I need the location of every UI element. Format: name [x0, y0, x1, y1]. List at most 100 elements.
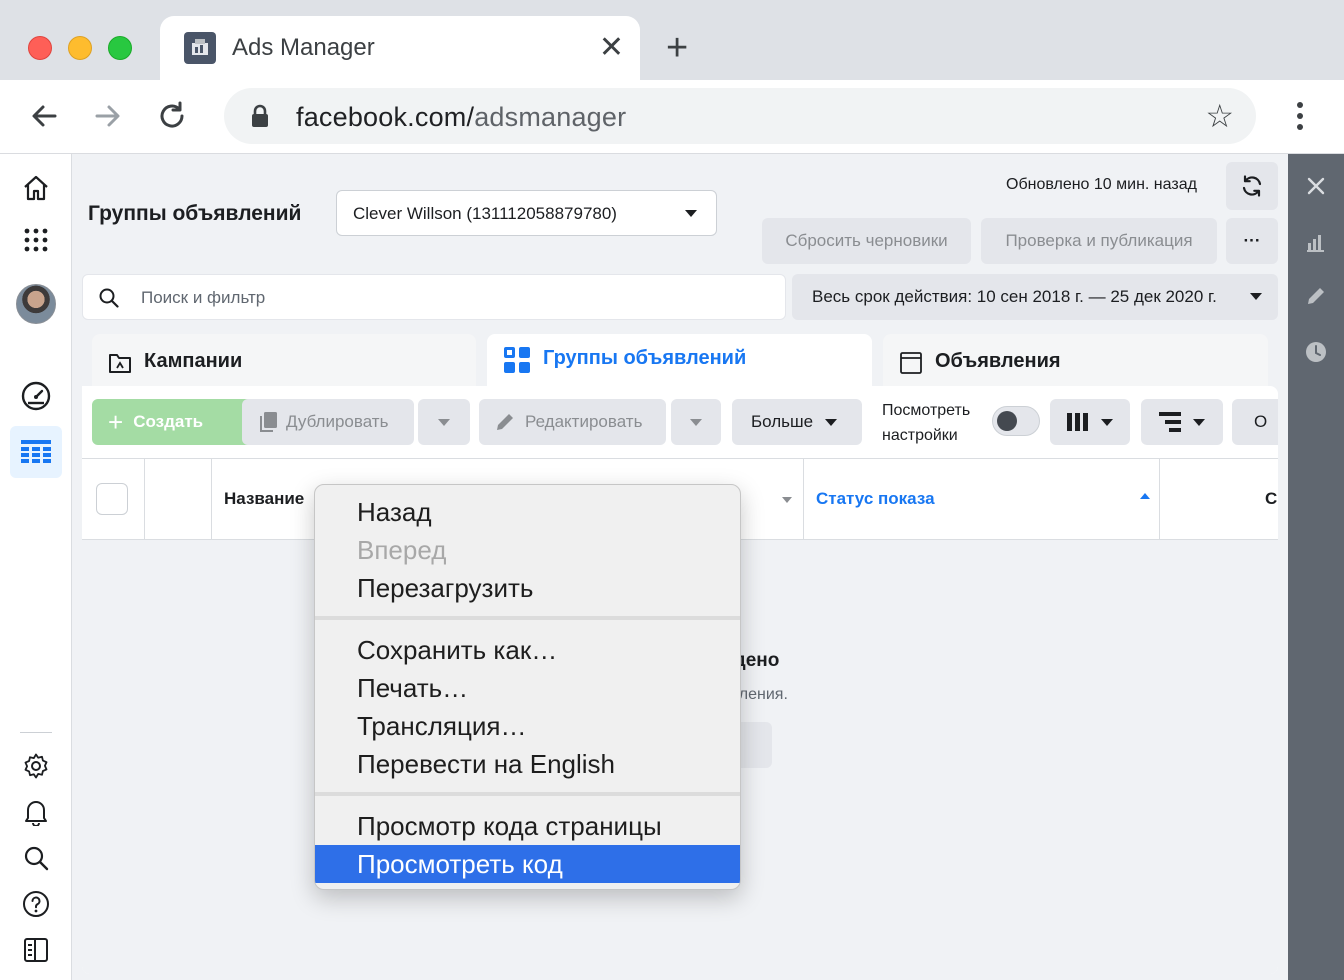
chevron-down-icon	[1193, 418, 1205, 426]
plus-icon: +	[108, 406, 124, 437]
home-icon[interactable]	[18, 170, 54, 206]
tab-title: Ads Manager	[232, 34, 375, 61]
updated-timestamp: Обновлено 10 мин. назад	[1006, 176, 1197, 193]
duplicate-dropdown-button[interactable]	[418, 399, 470, 445]
search-icon[interactable]	[18, 840, 54, 876]
back-arrow-icon[interactable]	[26, 98, 62, 134]
sort-ascending-icon[interactable]	[1140, 493, 1150, 499]
help-question-icon[interactable]	[18, 886, 54, 922]
chevron-down-icon	[1101, 418, 1113, 426]
search-icon	[99, 288, 119, 308]
menu-item-translate[interactable]: Перевести на English	[315, 745, 740, 783]
view-settings-label: Посмотреть настройки	[882, 402, 971, 444]
window-minimize-button[interactable]	[68, 36, 92, 60]
tab-ads[interactable]: Объявления	[883, 334, 1268, 390]
date-range-label: Весь срок действия: 10 сен 2018 г. — 25 …	[812, 287, 1217, 306]
duplicate-button[interactable]: Дублировать	[242, 399, 414, 445]
tab-ad-sets[interactable]: Группы объявлений	[487, 334, 872, 390]
more-button[interactable]: Больше	[732, 399, 862, 445]
date-range-picker[interactable]: Весь срок действия: 10 сен 2018 г. — 25 …	[792, 274, 1278, 320]
columns-button[interactable]	[1050, 399, 1130, 445]
bookmark-star-icon[interactable]: ☆	[1205, 98, 1234, 134]
refresh-button[interactable]	[1226, 162, 1278, 210]
edit-button-label: Редактировать	[525, 412, 643, 431]
browser-tab-strip: Ads Manager ✕ +	[0, 0, 1344, 80]
view-settings-toggle[interactable]	[992, 406, 1040, 436]
folder-icon	[109, 354, 131, 373]
rail-divider	[20, 732, 52, 733]
create-button-label: Создать	[133, 412, 204, 431]
column-divider	[803, 459, 804, 539]
right-side-rail	[1288, 154, 1344, 980]
menu-item-save-as[interactable]: Сохранить как…	[315, 631, 740, 669]
more-actions-button[interactable]: ···	[1226, 218, 1278, 264]
ad-window-icon	[900, 352, 922, 374]
review-publish-button[interactable]: Проверка и публикация	[981, 218, 1217, 264]
column-header-cut[interactable]: С	[1265, 489, 1277, 509]
menu-item-reload[interactable]: Перезагрузить	[315, 569, 740, 607]
context-menu: Назад Вперед Перезагрузить Сохранить как…	[314, 484, 741, 890]
chevron-down-icon	[825, 418, 838, 426]
browser-tab[interactable]: Ads Manager ✕	[160, 16, 640, 80]
dashboard-gauge-icon[interactable]	[18, 378, 54, 414]
menu-item-cast[interactable]: Трансляция…	[315, 707, 740, 745]
chevron-down-icon	[1250, 293, 1262, 300]
reload-icon[interactable]	[154, 98, 190, 134]
search-filter-input[interactable]: Поиск и фильтр	[82, 274, 786, 320]
menu-item-view-source[interactable]: Просмотр кода страницы	[315, 807, 740, 845]
ads-manager-table-icon[interactable]	[18, 434, 54, 470]
browser-toolbar: facebook.com/adsmanager ☆	[0, 80, 1344, 154]
column-divider	[144, 459, 145, 539]
address-bar[interactable]: facebook.com/adsmanager ☆	[224, 88, 1256, 144]
new-tab-icon[interactable]: +	[666, 26, 688, 70]
edit-button[interactable]: Редактировать	[479, 399, 666, 445]
duplicate-button-label: Дублировать	[286, 412, 389, 431]
left-navigation-rail	[0, 154, 72, 980]
column-divider	[211, 459, 212, 539]
pencil-icon[interactable]	[1302, 282, 1330, 310]
account-name: Clever Willson (131112058879780)	[353, 204, 617, 223]
chevron-down-icon	[690, 418, 702, 426]
notifications-bell-icon[interactable]	[18, 794, 54, 830]
chart-bars-icon[interactable]	[1302, 228, 1330, 256]
select-all-checkbox[interactable]	[96, 483, 128, 515]
tab-campaigns-label: Кампании	[144, 350, 243, 372]
column-header-name[interactable]: Название	[224, 489, 304, 509]
reset-drafts-button[interactable]: Сбросить черновики	[762, 218, 971, 264]
ad-sets-grid-icon	[504, 347, 530, 373]
sort-caret-icon[interactable]	[782, 497, 792, 503]
menu-item-forward[interactable]: Вперед	[315, 531, 740, 569]
columns-icon	[1067, 413, 1088, 431]
report-panel-icon[interactable]	[18, 932, 54, 968]
breakdown-icon	[1159, 412, 1181, 432]
tab-campaigns[interactable]: Кампании	[92, 334, 476, 390]
menu-item-print[interactable]: Печать…	[315, 669, 740, 707]
ads-manager-favicon-icon	[184, 32, 216, 64]
apps-grid-icon[interactable]	[18, 222, 54, 258]
window-close-button[interactable]	[28, 36, 52, 60]
menu-item-back[interactable]: Назад	[315, 493, 740, 531]
create-button[interactable]: + Создать	[92, 399, 260, 445]
column-divider	[1159, 459, 1160, 539]
edit-dropdown-button[interactable]	[671, 399, 721, 445]
breakdown-button[interactable]	[1141, 399, 1223, 445]
window-zoom-button[interactable]	[108, 36, 132, 60]
avatar[interactable]	[16, 284, 56, 324]
forward-arrow-icon[interactable]	[90, 98, 126, 134]
column-header-delivery-status[interactable]: Статус показа	[816, 489, 935, 509]
menu-separator	[315, 792, 740, 796]
account-dropdown[interactable]: Clever Willson (131112058879780)	[336, 190, 717, 236]
tab-close-icon[interactable]: ✕	[599, 30, 624, 66]
table-toolbar: + Создать Дублировать Редактировать Боль…	[82, 386, 1278, 458]
url-text: facebook.com/adsmanager	[296, 102, 627, 132]
page-title: Группы объявлений	[88, 202, 302, 225]
close-icon[interactable]	[1302, 172, 1330, 200]
reports-button[interactable]: О	[1232, 399, 1278, 445]
clock-history-icon[interactable]	[1302, 338, 1330, 366]
settings-gear-icon[interactable]	[18, 748, 54, 784]
tab-ad-sets-label: Группы объявлений	[543, 347, 747, 369]
duplicate-icon	[260, 412, 277, 432]
refresh-icon	[1242, 175, 1262, 197]
menu-item-inspect[interactable]: Просмотреть код	[315, 845, 740, 883]
browser-menu-icon[interactable]	[1290, 100, 1310, 132]
